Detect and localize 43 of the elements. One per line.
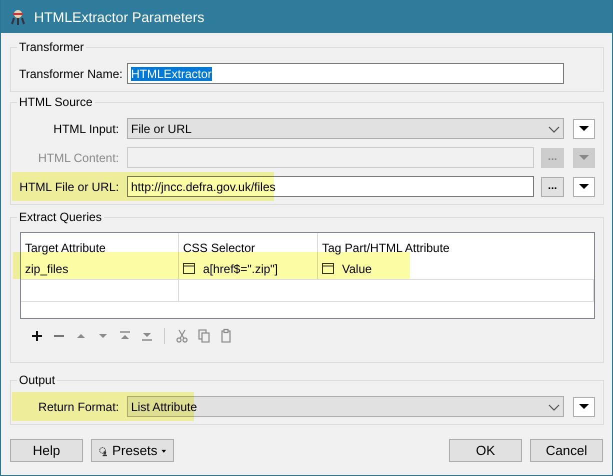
column-header[interactable]: Tag Part/HTML Attribute bbox=[318, 233, 594, 258]
dialog-button[interactable]: Presets bbox=[91, 439, 174, 462]
cell-text: zip_files bbox=[25, 262, 68, 276]
group-title: Transformer bbox=[17, 40, 86, 54]
editor-icon[interactable] bbox=[322, 263, 334, 274]
chevron-icon bbox=[547, 124, 561, 134]
table-cell[interactable]: zip_files bbox=[21, 258, 179, 280]
table-cell[interactable] bbox=[318, 280, 594, 302]
editor-icon[interactable] bbox=[183, 263, 195, 274]
menu-button[interactable] bbox=[573, 176, 595, 196]
chevron-icon bbox=[547, 402, 561, 412]
cell-text: a[href$=".zip"] bbox=[203, 262, 278, 276]
field-label: HTML Input: bbox=[52, 122, 120, 136]
table-cell[interactable] bbox=[21, 280, 179, 302]
app-icon bbox=[9, 8, 27, 26]
dialog-button[interactable]: Cancel bbox=[530, 439, 603, 462]
field-label: HTML File or URL: bbox=[19, 180, 120, 194]
triangle-down-icon bbox=[579, 155, 589, 160]
table-cell[interactable]: Value bbox=[318, 258, 594, 280]
dropdown-field[interactable]: File or URL bbox=[127, 118, 564, 139]
browse-button[interactable]: ... bbox=[541, 176, 564, 196]
triangle-down-icon bbox=[579, 404, 589, 409]
triangle-down-icon bbox=[579, 126, 589, 131]
dropdown-field[interactable]: List Attribute bbox=[127, 396, 564, 417]
window-title: HTMLExtractor Parameters bbox=[34, 8, 204, 24]
dialog-button[interactable]: Help bbox=[10, 439, 83, 462]
group-title: Extract Queries bbox=[17, 210, 104, 224]
field-label: Transformer Name: bbox=[19, 66, 124, 80]
menu-button[interactable] bbox=[573, 396, 595, 416]
field-label: HTML Content: bbox=[37, 150, 120, 164]
menu-button[interactable] bbox=[573, 118, 595, 138]
table-cell[interactable]: a[href$=".zip"] bbox=[179, 258, 318, 280]
dialog-button[interactable]: OK bbox=[449, 439, 522, 462]
column-header[interactable]: CSS Selector bbox=[179, 233, 318, 258]
text-field[interactable]: http://jncc.defra.gov.uk/files bbox=[127, 176, 534, 197]
add-icon[interactable] bbox=[29, 328, 45, 344]
group-title: Output bbox=[17, 373, 58, 387]
cell-text: Value bbox=[342, 262, 372, 276]
group-title: HTML Source bbox=[17, 95, 95, 109]
column-header[interactable]: Target Attribute bbox=[21, 233, 179, 258]
text-field[interactable]: HTMLExtractor bbox=[127, 63, 564, 84]
triangle-down-icon bbox=[579, 184, 589, 189]
field-label: Return Format: bbox=[37, 400, 120, 414]
